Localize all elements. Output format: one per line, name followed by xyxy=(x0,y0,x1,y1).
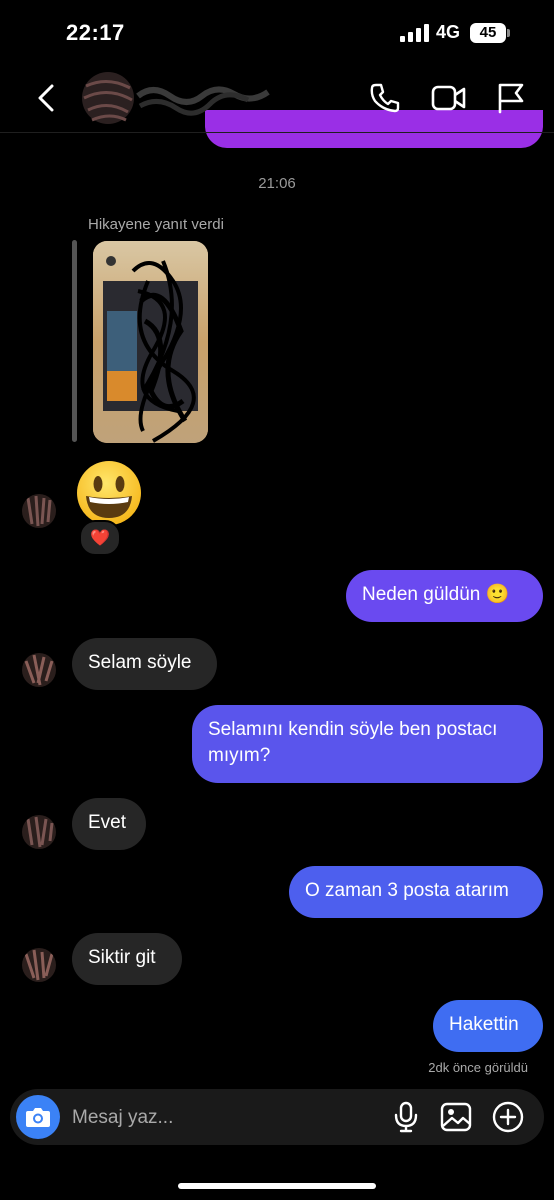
flag-icon[interactable] xyxy=(496,82,526,114)
incoming-message[interactable]: Selam söyle xyxy=(72,638,217,690)
story-reply-bar xyxy=(72,240,77,442)
status-time: 22:17 xyxy=(66,20,125,45)
plus-circle-icon[interactable] xyxy=(491,1100,525,1134)
heart-emoji: ❤️ xyxy=(90,530,110,547)
battery-level: 45 xyxy=(479,24,497,41)
avatar[interactable] xyxy=(22,815,56,849)
chevron-left-icon[interactable] xyxy=(34,84,60,112)
image-icon[interactable] xyxy=(440,1101,472,1133)
avatar[interactable] xyxy=(22,653,56,687)
incoming-message[interactable]: Evet xyxy=(72,798,146,850)
outgoing-message[interactable]: Hakettin xyxy=(433,1000,543,1052)
signal-icon xyxy=(400,24,429,42)
header-divider xyxy=(0,132,554,133)
contact-name-redacted[interactable] xyxy=(78,66,288,130)
camera-button[interactable] xyxy=(16,1095,60,1139)
seen-status: 2dk önce görüldü xyxy=(428,1060,528,1075)
camera-icon xyxy=(26,1108,50,1127)
avatar[interactable] xyxy=(22,948,56,982)
message-input[interactable] xyxy=(72,1104,372,1132)
phone-icon[interactable] xyxy=(369,82,401,114)
microphone-icon[interactable] xyxy=(393,1101,419,1133)
outgoing-message[interactable]: Neden güldün 🙂 xyxy=(346,570,543,622)
home-indicator[interactable] xyxy=(178,1183,376,1189)
battery-icon: 45 xyxy=(470,23,510,43)
story-preview[interactable] xyxy=(93,241,208,443)
network-label: 4G xyxy=(436,22,461,42)
chat-timestamp: 21:06 xyxy=(258,175,296,192)
video-camera-icon[interactable] xyxy=(431,83,467,113)
story-reply-label: Hikayene yanıt verdi xyxy=(88,216,224,233)
outgoing-message[interactable]: O zaman 3 posta atarım xyxy=(289,866,543,918)
reaction-badge[interactable]: ❤️ xyxy=(79,520,121,556)
smiling-face-emoji-icon xyxy=(77,461,141,525)
outgoing-message[interactable]: Selamını kendin söyle ben postacı mıyım? xyxy=(192,705,543,783)
incoming-message[interactable]: Siktir git xyxy=(72,933,182,985)
avatar[interactable] xyxy=(22,494,56,528)
